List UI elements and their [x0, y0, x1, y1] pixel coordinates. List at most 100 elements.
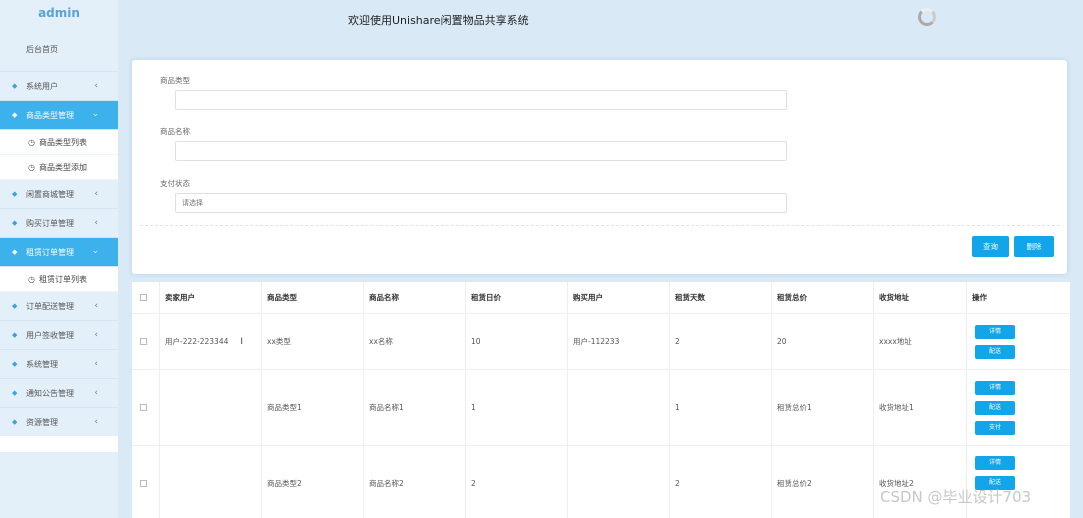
sidebar-item-idle-mall[interactable]: ◆ 闲置商城管理 ‹ [0, 180, 118, 209]
sidebar-item-system-users[interactable]: ◆ 系统用户 ‹ [0, 72, 118, 101]
table-cell: 1 [669, 370, 771, 445]
detail-button[interactable]: 详情 [975, 380, 1015, 395]
chevron-left-icon: ‹ [94, 330, 98, 340]
diamond-icon: ◆ [12, 360, 18, 368]
table-cell: 租赁总价2 [771, 446, 873, 518]
product-type-label: 商品类型 [160, 76, 190, 85]
table-cell: 2 [669, 446, 771, 518]
diamond-icon: ◆ [12, 302, 18, 310]
row-select-cell [132, 446, 159, 518]
chevron-left-icon: ‹ [94, 388, 98, 398]
sidebar-item-rental-orders[interactable]: ◆ 租赁订单管理 ‹ [0, 238, 118, 267]
sidebar-item-delivery[interactable]: ◆ 订单配送管理 ‹ [0, 292, 118, 321]
chevron-left-icon: ‹ [94, 218, 98, 228]
sidebar-item-label: 用户签收管理 [26, 330, 74, 340]
table-cell [567, 446, 669, 518]
chevron-left-icon: ‹ [94, 301, 98, 311]
sidebar-item-label: 购买订单管理 [26, 218, 74, 228]
table-cell: 用户-112233 [567, 314, 669, 369]
delivery-button[interactable]: 配送 [975, 400, 1015, 415]
ops-cell: 详情 配送 [966, 446, 1070, 518]
sidebar-item-label: 租赁订单管理 [26, 247, 74, 257]
diamond-icon: ◆ [12, 219, 18, 227]
sidebar-subitem-label: 租赁订单列表 [38, 274, 87, 284]
table-cell: 2 [465, 446, 567, 518]
delivery-button[interactable]: 配送 [975, 344, 1015, 359]
sidebar-item-signoff[interactable]: ◆ 用户签收管理 ‹ [0, 321, 118, 350]
table-cell: 商品名称2 [363, 446, 465, 518]
query-button[interactable]: 查询 [972, 236, 1009, 257]
column-header: 租赁天数 [669, 282, 771, 313]
clock-icon: ◷ [28, 274, 35, 284]
chevron-down-icon: ‹ [91, 250, 102, 254]
product-type-input[interactable] [175, 90, 787, 110]
sidebar-item-resources[interactable]: ◆ 资源管理 ‹ [0, 408, 118, 437]
sidebar-subitem-rental-list[interactable]: ◷ 租赁订单列表 [0, 267, 118, 292]
watermark: CSDN @毕业设计703 [880, 488, 1032, 506]
product-name-label: 商品名称 [160, 127, 190, 136]
chevron-down-icon: ‹ [91, 113, 102, 117]
clock-icon: ◷ [28, 162, 35, 172]
table-row: 商品类型1 商品名称1 1 1 租赁总价1 收货地址1 详情 配送 支付 [132, 370, 1070, 446]
chevron-left-icon: ‹ [94, 189, 98, 199]
diamond-icon: ◆ [12, 190, 18, 198]
table-cell: xx类型 [261, 314, 363, 369]
payment-status-label: 支付状态 [160, 179, 190, 188]
sidebar-item-label: 闲置商城管理 [26, 189, 74, 199]
row-select-cell [132, 314, 159, 369]
row-checkbox[interactable] [140, 404, 147, 411]
sidebar-subitem-label: 商品类型列表 [38, 137, 87, 147]
table-cell: 商品类型2 [261, 446, 363, 518]
product-name-input[interactable] [175, 141, 787, 161]
brand-logo: admin [0, 0, 118, 28]
diamond-icon: ◆ [12, 418, 18, 426]
sidebar-subitem-type-list[interactable]: ◷ 商品类型列表 [0, 130, 118, 155]
sidebar-subitem-type-add[interactable]: ◷ 商品类型添加 [0, 155, 118, 180]
table-cell: 商品类型1 [261, 370, 363, 445]
diamond-icon: ◆ [12, 82, 18, 90]
sidebar-item-notices[interactable]: ◆ 通知公告管理 ‹ [0, 379, 118, 408]
payment-status-select[interactable] [175, 193, 787, 213]
column-header: 购买用户 [567, 282, 669, 313]
table-cell: 商品名称1 [363, 370, 465, 445]
top-header: 欢迎使用Unishare闲置物品共享系统 [118, 0, 1083, 48]
table-row: 商品类型2 商品名称2 2 2 租赁总价2 收货地址2 详情 配送 [132, 446, 1070, 518]
detail-button[interactable]: 详情 [975, 456, 1015, 470]
table-cell: 1 [465, 370, 567, 445]
column-header: 操作 [966, 282, 1070, 313]
diamond-icon: ◆ [12, 331, 18, 339]
sidebar-item-home[interactable]: 后台首页 [0, 28, 118, 72]
sidebar-item-label: 订单配送管理 [26, 301, 74, 311]
pay-button[interactable]: 支付 [975, 420, 1015, 435]
column-header: 商品类型 [261, 282, 363, 313]
table-cell: xxxx地址 [873, 314, 966, 369]
table-cell: xx名称 [363, 314, 465, 369]
row-checkbox[interactable] [140, 338, 147, 345]
select-all-checkbox[interactable] [140, 294, 147, 301]
column-header: 卖家用户 [159, 282, 261, 313]
delete-button[interactable]: 删除 [1014, 236, 1054, 257]
table-cell: 收货地址1 [873, 370, 966, 445]
text-cursor-icon: I [240, 336, 244, 347]
detail-button[interactable]: 详情 [975, 324, 1015, 339]
sidebar: admin 后台首页 ◆ 系统用户 ‹ ◆ 商品类型管理 ‹ ◷ 商品类型列表 … [0, 0, 118, 518]
table-cell: 租赁总价1 [771, 370, 873, 445]
sidebar-item-purchase-orders[interactable]: ◆ 购买订单管理 ‹ [0, 209, 118, 238]
sidebar-item-label: 商品类型管理 [26, 110, 74, 120]
sidebar-item-system[interactable]: ◆ 系统管理 ‹ [0, 350, 118, 379]
clock-icon: ◷ [28, 137, 35, 147]
diamond-icon: ◆ [12, 111, 18, 119]
row-checkbox[interactable] [140, 480, 147, 487]
table-cell: 10 [465, 314, 567, 369]
sidebar-item-label: 系统管理 [26, 359, 58, 369]
sidebar-item-label: 资源管理 [26, 417, 58, 427]
column-header: 商品名称 [363, 282, 465, 313]
sidebar-footer [0, 436, 118, 452]
panel-divider [140, 225, 1060, 226]
row-select-cell [132, 370, 159, 445]
table-cell: 20 [771, 314, 873, 369]
chevron-left-icon: ‹ [94, 417, 98, 427]
sidebar-item-product-type[interactable]: ◆ 商品类型管理 ‹ [0, 101, 118, 130]
column-header: 租赁日价 [465, 282, 567, 313]
table-cell [159, 370, 261, 445]
